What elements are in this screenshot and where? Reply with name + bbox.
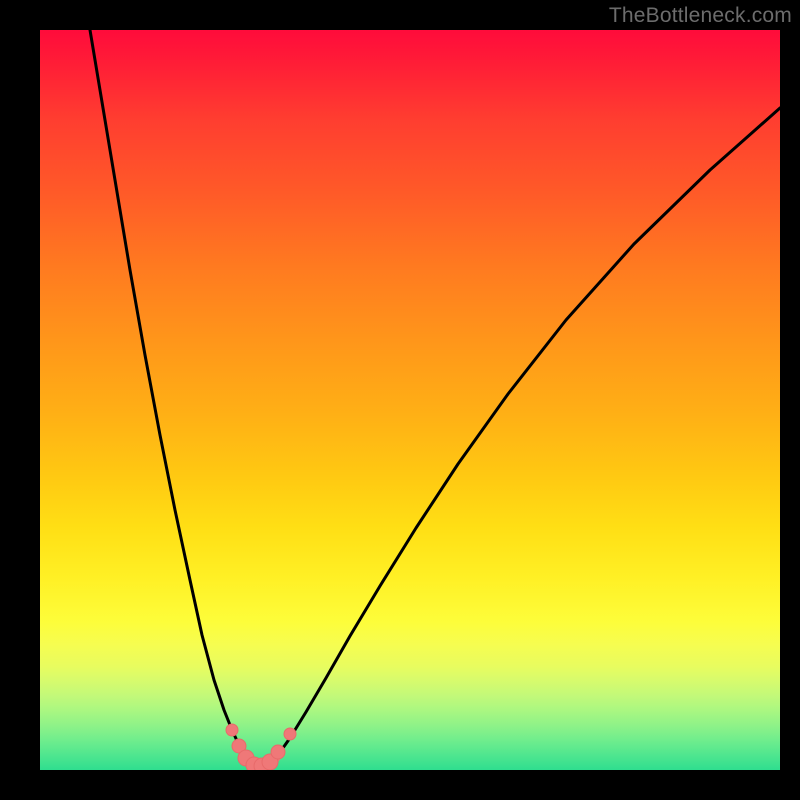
bottleneck-curve <box>90 30 780 769</box>
curve-group <box>90 30 780 769</box>
valley-marker <box>284 728 296 740</box>
valley-marker <box>271 745 285 759</box>
watermark-text: TheBottleneck.com <box>609 4 792 28</box>
marker-group <box>226 724 296 770</box>
valley-marker <box>226 724 238 736</box>
chart-frame: TheBottleneck.com <box>0 0 800 800</box>
plot-area <box>40 30 780 770</box>
chart-svg <box>40 30 780 770</box>
